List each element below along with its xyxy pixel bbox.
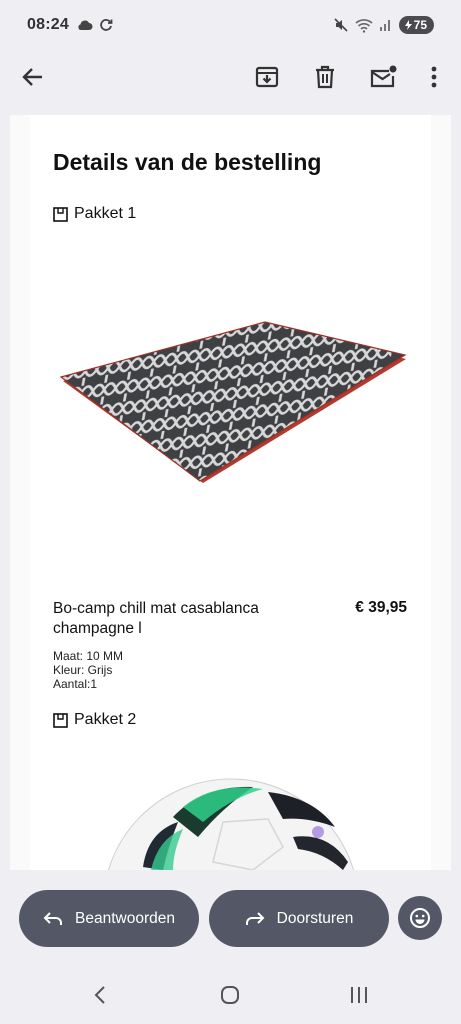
forward-label: Doorsturen bbox=[276, 909, 354, 927]
nav-home-button[interactable] bbox=[212, 977, 248, 1013]
nav-recents-button[interactable] bbox=[341, 977, 377, 1013]
page-title: Details van de bestelling bbox=[53, 149, 322, 175]
battery-icon: 75 bbox=[398, 16, 434, 34]
nav-back-icon bbox=[94, 986, 105, 1004]
product-name[interactable]: Bo-camp chill mat casablanca champagne l bbox=[53, 599, 303, 639]
nav-back-button[interactable] bbox=[82, 977, 118, 1013]
cloud-icon bbox=[78, 20, 93, 30]
action-bar: Beantwoorden Doorsturen bbox=[0, 890, 461, 948]
product-image-mat[interactable] bbox=[53, 320, 408, 490]
package-2-header: Pakket 2 bbox=[53, 711, 136, 729]
archive-button[interactable] bbox=[249, 59, 285, 95]
email-body: Details van de bestelling Pakket 1 Bo-ca… bbox=[10, 115, 451, 870]
reply-label: Beantwoorden bbox=[75, 909, 175, 927]
nav-recents-icon bbox=[351, 987, 367, 1003]
product-image-ball[interactable] bbox=[103, 777, 359, 870]
status-time: 08:24 bbox=[27, 16, 69, 33]
wifi-icon bbox=[355, 18, 373, 33]
product-size: Maat: 10 MM bbox=[53, 649, 124, 663]
back-button[interactable] bbox=[15, 59, 51, 95]
more-options-button[interactable] bbox=[416, 59, 452, 95]
forward-button[interactable]: Doorsturen bbox=[209, 890, 389, 947]
more-vert-icon bbox=[431, 66, 437, 88]
order-details-card: Details van de bestelling Pakket 1 Bo-ca… bbox=[30, 115, 431, 870]
package-2-label: Pakket 2 bbox=[74, 711, 137, 728]
screen: 08:24 75 Details van de bestelling Pakke… bbox=[0, 0, 461, 1024]
package-icon bbox=[53, 712, 68, 728]
battery-level: 75 bbox=[413, 18, 427, 32]
package-1-label: Pakket 1 bbox=[74, 205, 137, 222]
package-icon bbox=[53, 206, 68, 222]
mark-unread-button[interactable] bbox=[365, 59, 401, 95]
archive-icon bbox=[255, 66, 279, 88]
status-bar: 08:24 75 bbox=[0, 0, 461, 50]
mark-unread-icon bbox=[370, 65, 397, 88]
product-color: Kleur: Grijs bbox=[53, 663, 113, 677]
system-nav-bar bbox=[0, 965, 461, 1024]
product-price: € 39,95 bbox=[355, 599, 407, 616]
reply-button[interactable]: Beantwoorden bbox=[19, 890, 199, 947]
sync-icon bbox=[100, 19, 113, 31]
nav-home-icon bbox=[221, 986, 239, 1004]
signal-icon bbox=[379, 20, 390, 31]
delete-icon bbox=[316, 65, 334, 89]
forward-icon bbox=[245, 911, 265, 925]
app-bar bbox=[0, 50, 461, 104]
package-1-header: Pakket 1 bbox=[53, 205, 136, 223]
product-quantity: Aantal:1 bbox=[53, 677, 98, 691]
emoji-reaction-icon bbox=[410, 908, 430, 928]
reply-icon bbox=[43, 911, 63, 925]
delete-button[interactable] bbox=[307, 59, 343, 95]
emoji-reaction-button[interactable] bbox=[398, 896, 442, 940]
arrow-back-icon bbox=[22, 68, 42, 86]
mute-icon bbox=[334, 18, 348, 32]
